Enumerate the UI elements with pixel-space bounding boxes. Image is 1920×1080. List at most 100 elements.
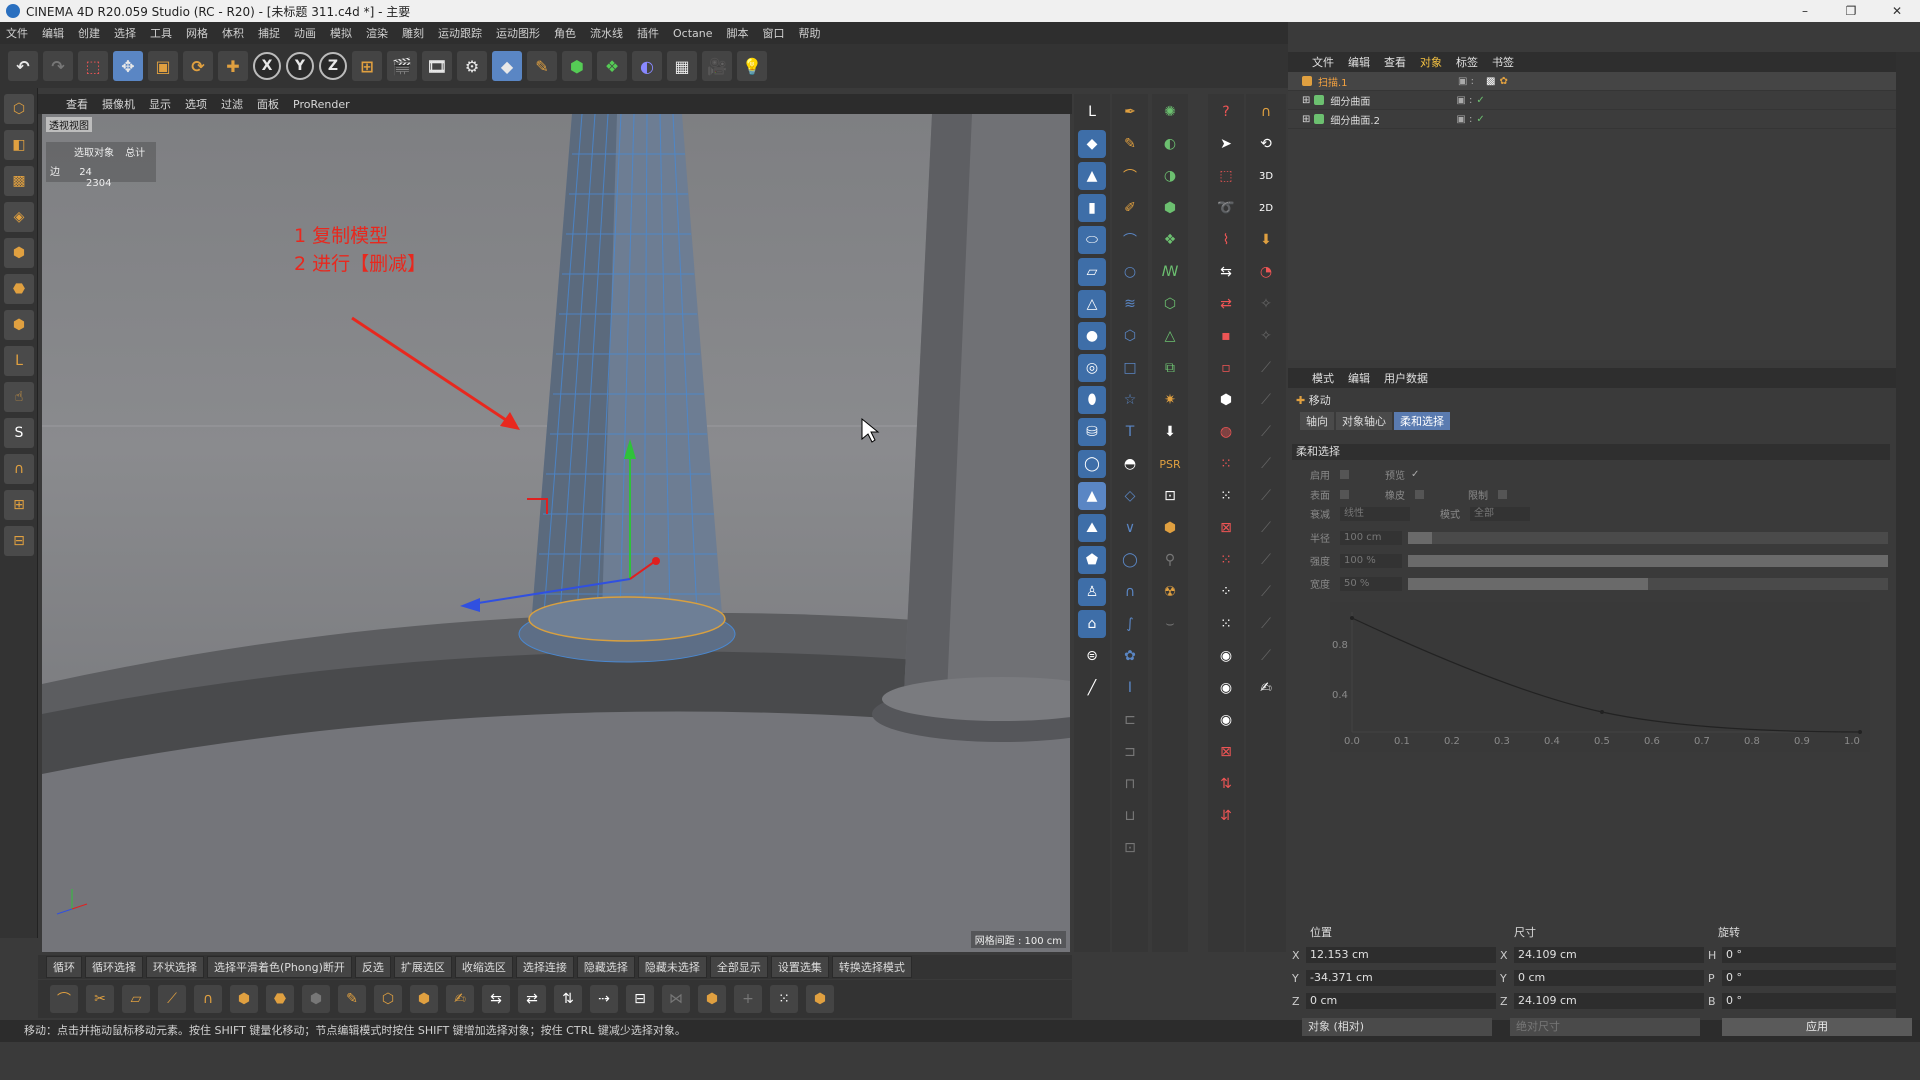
down-arrow-icon[interactable]: ⬇ — [1156, 418, 1184, 446]
sphere-green-icon[interactable]: ◐ — [1156, 130, 1184, 158]
snap-edges-icon[interactable]: ▫ — [1212, 354, 1240, 382]
null-object-icon[interactable]: L — [1078, 98, 1106, 126]
arrows-icon[interactable]: ⇅ — [1212, 770, 1240, 798]
rubber-checkbox[interactable] — [1415, 490, 1424, 499]
sel-hide-selected-button[interactable]: 隐藏选择 — [576, 956, 635, 978]
mode-dropdown[interactable]: 全部 — [1470, 506, 1530, 521]
viewport-menu-panel[interactable]: 面板 — [257, 96, 279, 112]
workplane-icon[interactable]: ◈ — [4, 202, 34, 232]
spline-intersect-icon[interactable]: ⊓ — [1116, 770, 1144, 798]
matrix-extrude-icon[interactable]: ⬢ — [302, 985, 330, 1013]
tweak-mode-icon[interactable]: ☝ — [4, 382, 34, 412]
tube-icon[interactable]: ◯ — [1078, 450, 1106, 478]
menu-select[interactable]: 选择 — [114, 25, 136, 41]
checker-tag-icon[interactable]: ▩ — [1486, 76, 1495, 87]
menu-motion-tracker[interactable]: 运动跟踪 — [438, 25, 482, 41]
surface-checkbox[interactable] — [1340, 490, 1349, 499]
arrows-2-icon[interactable]: ⇵ — [1212, 802, 1240, 830]
sel-connected-button[interactable]: 选择连接 — [515, 956, 574, 978]
sphere-cut-icon[interactable]: ◍ — [1212, 418, 1240, 446]
subdivision-surface-icon[interactable]: ⬢ — [562, 51, 592, 81]
close-box-icon[interactable]: ⊠ — [1212, 514, 1240, 542]
scale-tool-icon[interactable]: ▣ — [148, 51, 178, 81]
metaball-icon[interactable]: ◑ — [1156, 162, 1184, 190]
bridge-icon[interactable]: ⬡ — [374, 985, 402, 1013]
planar-workplane-icon[interactable]: ⊟ — [4, 526, 34, 556]
sel-set-selection-button[interactable]: 设置选集 — [770, 956, 829, 978]
rotation-p-field[interactable]: 0 ° — [1722, 970, 1912, 986]
viewport-menu-view[interactable]: 查看 — [66, 96, 88, 112]
coordinate-system-icon[interactable]: ⊞ — [352, 51, 382, 81]
render-picture-viewer-icon[interactable]: 🎞 — [422, 51, 452, 81]
rotation-b-field[interactable]: 0 ° — [1722, 993, 1912, 1009]
psr-icon[interactable]: PSR — [1156, 450, 1184, 478]
subtab-soft-selection[interactable]: 柔和选择 — [1394, 412, 1450, 430]
perspective-viewport[interactable]: 透视视图 选取对象 总计 边 24 2304 1 复制模型 2 进行【删减】 网… — [42, 114, 1070, 952]
viewport-menu-display[interactable]: 显示 — [149, 96, 171, 112]
make-editable-icon[interactable]: ⬡ — [4, 94, 34, 124]
curve-icon[interactable]: ⌣ — [1156, 610, 1184, 638]
dots-grid-2-icon[interactable]: ⁙ — [1212, 482, 1240, 510]
object-row[interactable]: ⊞ 细分曲面.2 ▣ : ✓ — [1288, 110, 1896, 129]
menu-snap[interactable]: 捕捉 — [258, 25, 280, 41]
subdivide-icon[interactable]: ⁙ — [770, 985, 798, 1013]
recent-tools-icon[interactable]: ✚ — [218, 51, 248, 81]
enabled-check-icon[interactable]: ✓ — [1476, 95, 1484, 106]
n-side-icon[interactable]: ⬡ — [1116, 322, 1144, 350]
position-y-field[interactable]: -34.371 cm — [1306, 970, 1496, 986]
sculpt-brush-icon[interactable]: ✍ — [1252, 674, 1280, 702]
pyramid-icon[interactable]: △ — [1078, 290, 1106, 318]
torus-icon[interactable]: ◎ — [1078, 354, 1106, 382]
optimize-icon[interactable]: ⋈ — [662, 985, 690, 1013]
visibility-toggle-icon[interactable]: ▣ : — [1456, 114, 1472, 125]
sel-invert-button[interactable]: 反选 — [354, 956, 391, 978]
align-icon[interactable]: ⇆ — [1212, 258, 1240, 286]
menu-mograph[interactable]: 运动图形 — [496, 25, 540, 41]
falloff-dropdown[interactable]: 线性 — [1340, 506, 1410, 521]
material-tag-icon[interactable]: ✿ — [1499, 76, 1507, 87]
spline-and-icon[interactable]: ⊔ — [1116, 802, 1144, 830]
menu-tools[interactable]: 工具 — [150, 25, 172, 41]
menu-pipeline[interactable]: 流水线 — [590, 25, 623, 41]
line-cut-icon[interactable]: ⌒ — [50, 985, 78, 1013]
cogwheel-icon[interactable]: ◯ — [1116, 546, 1144, 574]
pyramid-green-icon[interactable]: △ — [1156, 322, 1184, 350]
cloner-icon[interactable]: ❖ — [597, 51, 627, 81]
radius-slider[interactable] — [1408, 531, 1888, 544]
pen-spline-icon[interactable]: ✎ — [527, 51, 557, 81]
set-point-icon[interactable]: ⇢ — [590, 985, 618, 1013]
spline-arc-icon[interactable]: ✐ — [1116, 194, 1144, 222]
sel-grow-button[interactable]: 扩展选区 — [393, 956, 452, 978]
dots-grid-icon[interactable]: ⁙ — [1212, 450, 1240, 478]
spline-or-icon[interactable]: ⊡ — [1116, 834, 1144, 862]
select-rect-icon[interactable]: ⬚ — [1212, 162, 1240, 190]
om-menu-bookmarks[interactable]: 书签 — [1492, 54, 1514, 70]
expand-icon[interactable]: ⊞ — [1302, 114, 1310, 125]
sweep-icon[interactable]: ꟿ — [1156, 258, 1184, 286]
deformer-icon[interactable]: ◐ — [632, 51, 662, 81]
subtab-object-axis[interactable]: 对象轴心 — [1336, 412, 1392, 430]
image-icon[interactable]: ⊡ — [1156, 482, 1184, 510]
scatter-icon[interactable]: ✷ — [1156, 386, 1184, 414]
oil-tank-icon[interactable]: ⛁ — [1078, 418, 1106, 446]
solo-mode-icon[interactable]: S — [4, 418, 34, 448]
menu-volume[interactable]: 体积 — [222, 25, 244, 41]
weld-icon[interactable]: ⬢ — [410, 985, 438, 1013]
am-menu-userdata[interactable]: 用户数据 — [1384, 370, 1428, 386]
eye-grid-2-icon[interactable]: ◉ — [1212, 674, 1240, 702]
menu-edit[interactable]: 编辑 — [42, 25, 64, 41]
cube-icon[interactable]: ◆ — [1078, 130, 1106, 158]
spline-union-icon[interactable]: ⊏ — [1116, 706, 1144, 734]
object-row[interactable]: 扫描.1 ▣ : ▩ ✿ — [1288, 72, 1896, 91]
magnet-icon[interactable]: ∩ — [1252, 98, 1280, 126]
viewport-menu-filter[interactable]: 过滤 — [221, 96, 243, 112]
coordinate-mode-dropdown[interactable]: 对象 (相对) — [1302, 1018, 1492, 1036]
sel-ring-select-button[interactable]: 环状选择 — [146, 956, 204, 978]
enabled-check-icon[interactable]: ✓ — [1476, 114, 1484, 125]
polygon-icon[interactable]: ⌂ — [1078, 610, 1106, 638]
rotate-tool-icon[interactable]: ⟳ — [183, 51, 213, 81]
cube-object-icon[interactable]: ◆ — [492, 51, 522, 81]
strength-field[interactable]: 100 % — [1340, 553, 1402, 568]
extrude-icon[interactable]: ⬢ — [1156, 194, 1184, 222]
profile-icon[interactable]: I — [1116, 674, 1144, 702]
